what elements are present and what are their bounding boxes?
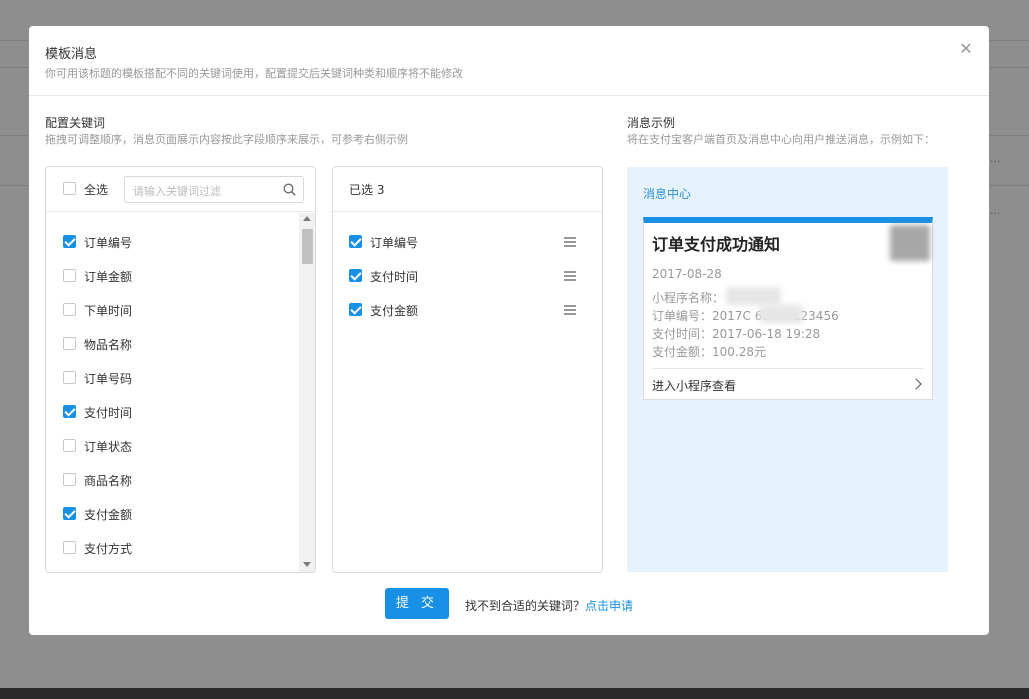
keyword-search-input[interactable]: 请输入关键词过滤	[124, 176, 304, 203]
keyword-label: 订单金额	[84, 270, 133, 284]
message-preview: 消息中心 订单支付成功通知 2017-08-28 小程序名称： 订单编号：201…	[627, 167, 948, 572]
card-line: 小程序名称：	[652, 291, 725, 305]
keyword-checkbox[interactable]	[63, 235, 76, 248]
keyword-label: 订单状态	[84, 440, 133, 454]
scrollbar-thumb[interactable]	[302, 229, 313, 264]
close-icon[interactable]: ✕	[955, 38, 977, 60]
keyword-label: 物品名称	[84, 338, 133, 352]
select-all-checkbox[interactable]	[63, 182, 76, 195]
footer-hint-text: 找不到合适的关键词？	[465, 599, 586, 613]
scroll-up-arrow-icon[interactable]	[303, 216, 311, 221]
chevron-right-icon	[910, 378, 922, 390]
footer-hint: 找不到合适的关键词？点击申请	[465, 597, 633, 614]
drag-handle-icon[interactable]	[564, 237, 576, 247]
keyword-label: 支付时间	[84, 406, 133, 420]
selected-label: 支付时间	[370, 270, 419, 284]
taskbar-strip	[0, 688, 1029, 699]
example-desc: 将在支付宝客户端首页及消息中心向用户推送消息，示例如下：	[627, 133, 935, 146]
background-text: ...	[990, 204, 1001, 217]
selected-header: 已选 3	[333, 167, 602, 212]
selected-checkbox[interactable]	[349, 269, 362, 282]
search-placeholder: 请输入关键词过滤	[133, 185, 221, 198]
keyword-checkbox[interactable]	[63, 473, 76, 486]
selected-keywords-panel: 已选 3 订单编号 支付时间 支付金额	[332, 166, 603, 573]
keyword-checkbox[interactable]	[63, 337, 76, 350]
keyword-list-scrollbar[interactable]	[299, 213, 315, 572]
modal-subtitle: 你可用该标题的模板搭配不同的关键词使用，配置提交后关键词种类和顺序将不能修改	[45, 67, 463, 80]
keyword-list-panel: 全选 请输入关键词过滤 订单编号 订单金额 下单时间 物品名称 订单号码 支付时…	[45, 166, 316, 573]
keyword-label: 支付金额	[84, 508, 133, 522]
keyword-checkbox[interactable]	[63, 405, 76, 418]
open-miniprogram-link[interactable]: 进入小程序查看	[652, 377, 736, 394]
drag-handle-icon[interactable]	[564, 271, 576, 281]
card-line: 订单编号：2017C 62645123456	[652, 309, 839, 323]
keyword-label: 商品名称	[84, 474, 133, 488]
selected-label: 订单编号	[370, 236, 419, 250]
keyword-label: 订单号码	[84, 372, 133, 386]
keyword-list-header: 全选 请输入关键词过滤	[46, 167, 315, 212]
message-center-label: 消息中心	[643, 187, 692, 201]
keyword-checkbox[interactable]	[63, 507, 76, 520]
card-divider	[652, 368, 924, 369]
selected-label: 支付金额	[370, 304, 419, 318]
selected-checkbox[interactable]	[349, 235, 362, 248]
keyword-checkbox[interactable]	[63, 371, 76, 384]
blurred-text	[726, 287, 781, 305]
example-title: 消息示例	[627, 116, 676, 130]
keyword-checkbox[interactable]	[63, 439, 76, 452]
modal-header: 模板消息 你可用该标题的模板搭配不同的关键词使用，配置提交后关键词种类和顺序将不…	[29, 26, 989, 96]
card-line: 支付金额：100.28元	[652, 345, 766, 359]
keyword-checkbox[interactable]	[63, 303, 76, 316]
blurred-image	[890, 225, 930, 261]
submit-button[interactable]: 提 交	[385, 588, 449, 619]
config-desc: 拖拽可调整顺序，消息页面展示内容按此字段顺序来展示，可参考右侧示例	[45, 133, 408, 146]
template-message-modal: 模板消息 你可用该标题的模板搭配不同的关键词使用，配置提交后关键词种类和顺序将不…	[29, 26, 989, 635]
select-all-label: 全选	[84, 183, 109, 197]
selected-count: 已选 3	[349, 183, 385, 197]
search-icon[interactable]	[283, 183, 296, 196]
blurred-text	[759, 305, 803, 323]
drag-handle-icon[interactable]	[564, 305, 576, 315]
selected-checkbox[interactable]	[349, 303, 362, 316]
keyword-label: 订单编号	[84, 236, 133, 250]
card-title: 订单支付成功通知	[652, 235, 781, 254]
scroll-down-arrow-icon[interactable]	[303, 562, 311, 567]
keyword-label: 下单时间	[84, 304, 133, 318]
keyword-label: 支付方式	[84, 542, 133, 556]
background-text: ...	[990, 152, 1001, 165]
card-date: 2017-08-28	[652, 267, 722, 281]
keyword-checkbox[interactable]	[63, 269, 76, 282]
card-line: 支付时间：2017-06-18 19:28	[652, 327, 821, 341]
modal-title: 模板消息	[45, 47, 98, 62]
apply-link[interactable]: 点击申请	[585, 599, 633, 613]
config-title: 配置关键词	[45, 116, 106, 130]
notification-card: 订单支付成功通知 2017-08-28 小程序名称： 订单编号：2017C 62…	[643, 217, 933, 400]
keyword-checkbox[interactable]	[63, 541, 76, 554]
